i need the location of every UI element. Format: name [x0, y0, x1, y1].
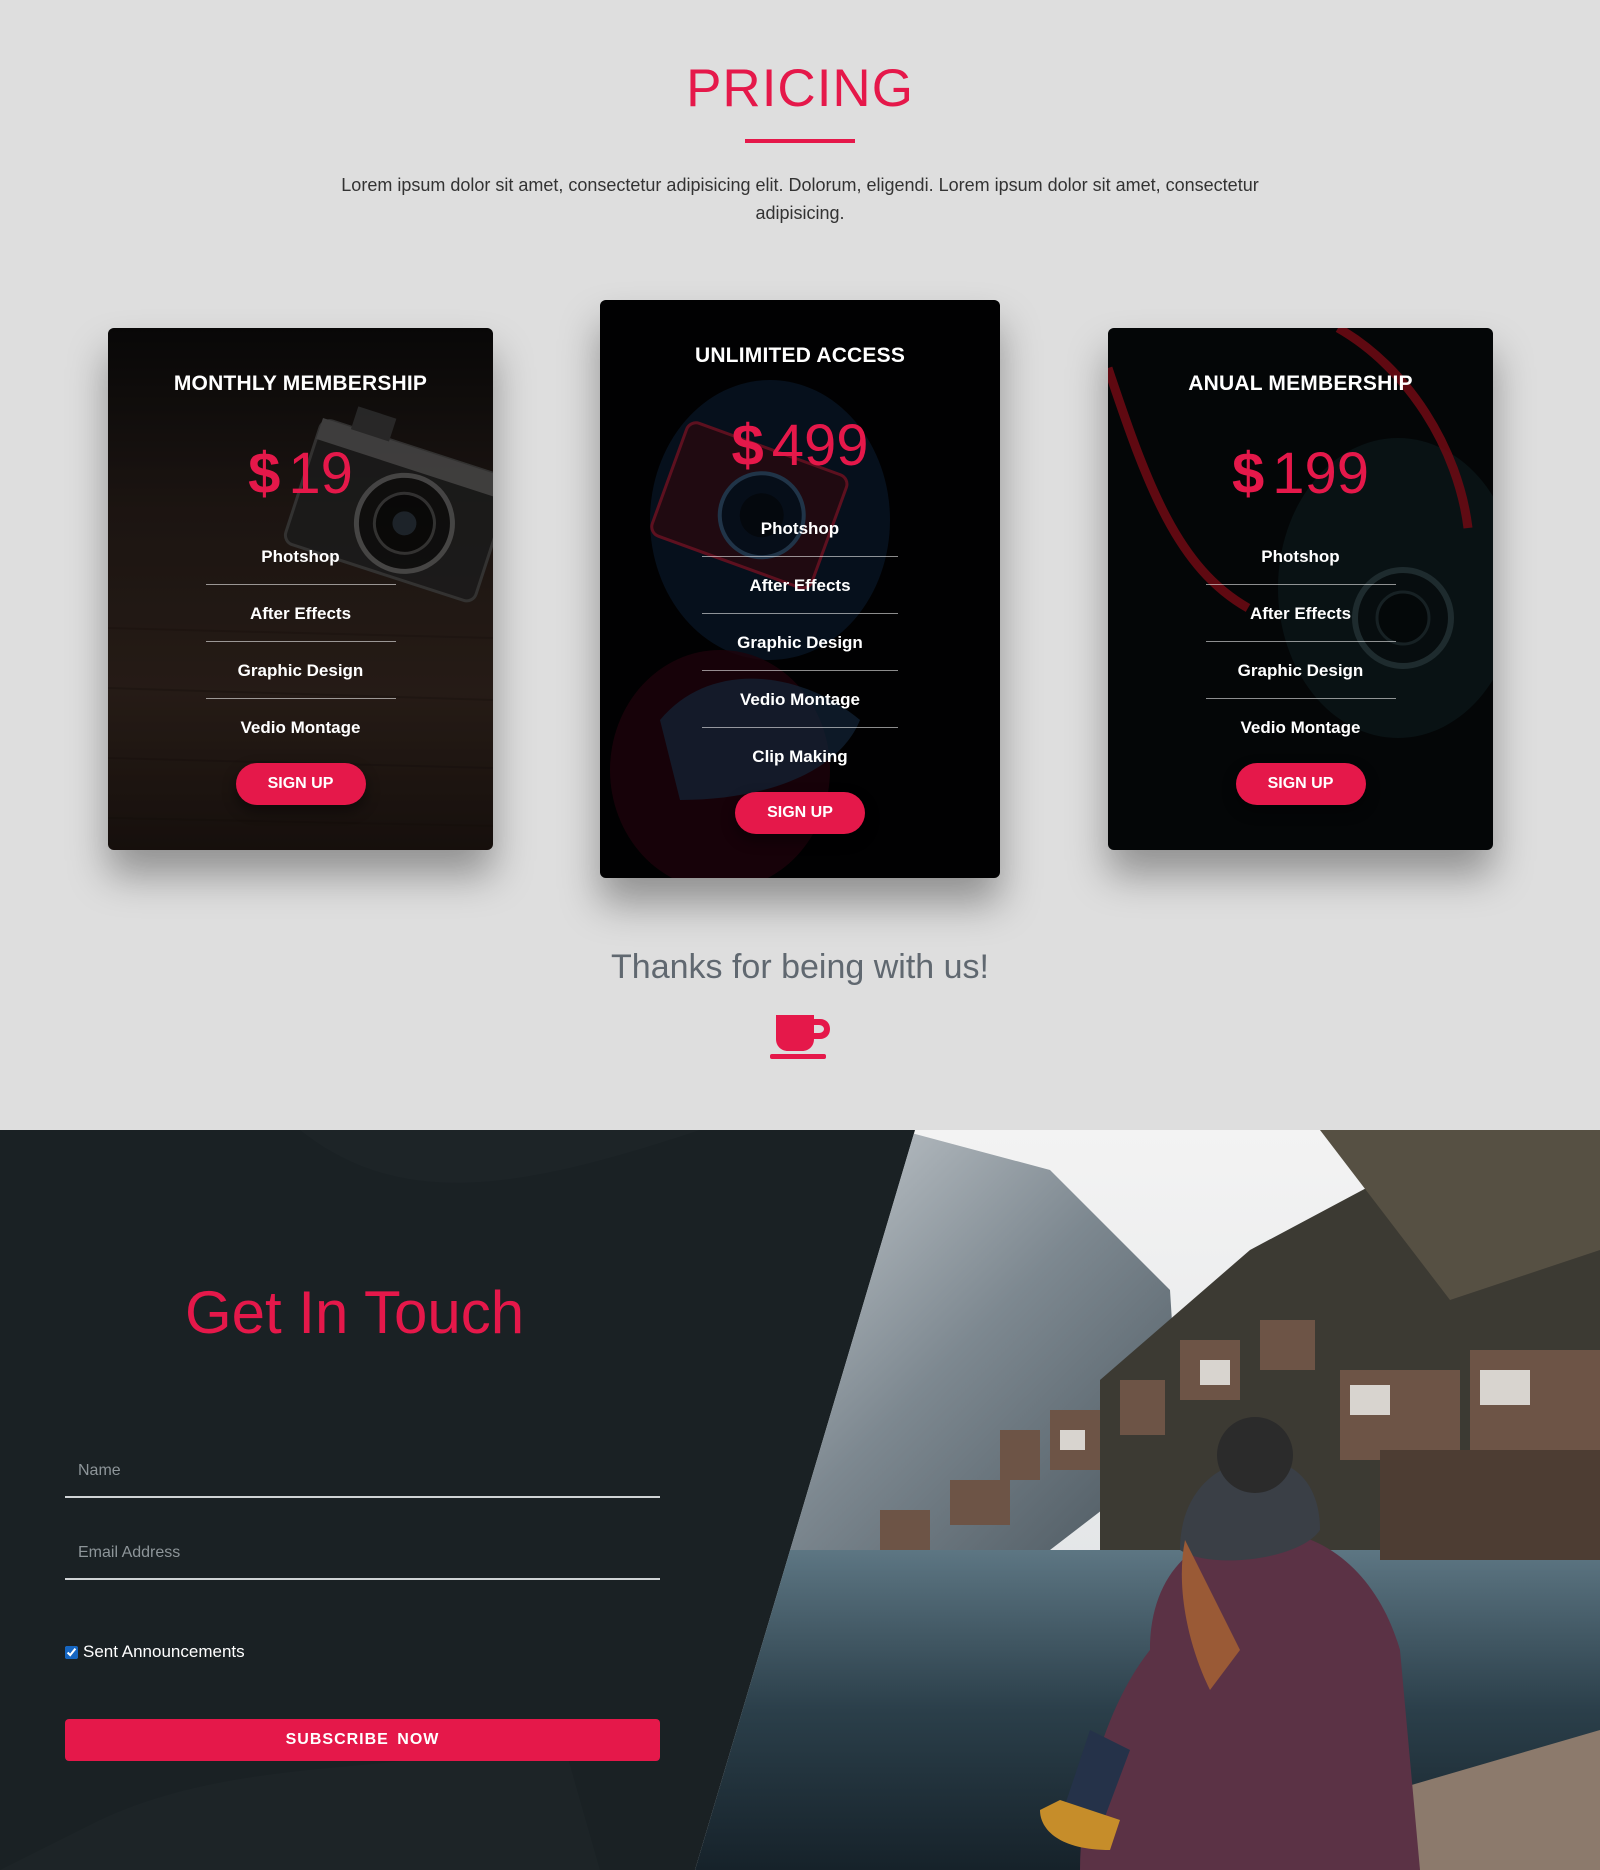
signup-button-annual[interactable]: SIGN UP: [1235, 763, 1366, 805]
feature-item: Vedio Montage: [240, 718, 361, 737]
announcements-checkbox[interactable]: [65, 1645, 78, 1659]
feature-list: Photshop After Effects Graphic Design Ve…: [205, 528, 396, 756]
feature-list: Photshop After Effects Graphic Design Ve…: [702, 500, 898, 785]
announcements-option: Sent Announcements: [65, 1642, 245, 1662]
plan-title: ANUAL MEMBERSHIP: [1188, 372, 1413, 395]
currency-symbol: $: [731, 413, 764, 478]
currency-symbol: $: [248, 441, 281, 506]
pricing-card-unlimited: UNLIMITED ACCESS $499 Photshop After Eff…: [600, 300, 1000, 878]
title-underline: [745, 139, 855, 143]
currency-symbol: $: [1231, 441, 1265, 506]
contact-section: Get In Touch Sent Announcements SUBSCRIB…: [0, 1130, 1600, 1870]
pricing-title: PRICING: [686, 59, 914, 118]
pricing-description: Lorem ipsum dolor sit amet, consectetur …: [341, 175, 1259, 223]
price-amount: 19: [288, 441, 353, 506]
name-input[interactable]: [65, 1446, 660, 1496]
pricing-section: PRICING Lorem ipsum dolor sit amet, cons…: [0, 0, 1600, 1130]
feature-list: Photshop After Effects Graphic Design Ve…: [1205, 528, 1396, 756]
feature-item: Clip Making: [752, 747, 848, 766]
card-content: UNLIMITED ACCESS $499 Photshop After Eff…: [600, 300, 1000, 878]
plan-title: UNLIMITED ACCESS: [694, 344, 906, 367]
plan-title: MONTHLY MEMBERSHIP: [173, 372, 428, 395]
name-field: [65, 1446, 660, 1498]
subscribe-button[interactable]: SUBSCRIBE NOW: [65, 1719, 660, 1761]
email-field: [65, 1528, 660, 1580]
price-amount: 499: [771, 413, 869, 478]
plan-price: $19: [108, 440, 493, 507]
pricing-card-monthly: MONTHLY MEMBERSHIP $19 Photshop After Ef…: [108, 328, 493, 850]
feature-item: Photshop: [205, 528, 396, 585]
email-input[interactable]: [65, 1528, 660, 1578]
pricing-card-annual: ANUAL MEMBERSHIP $199 Photshop After Eff…: [1108, 328, 1493, 850]
contact-title: Get In Touch: [185, 1279, 525, 1346]
signup-button-monthly[interactable]: SIGN UP: [235, 763, 366, 805]
coffee-cup-icon: [770, 1015, 830, 1059]
announcements-label: Sent Announcements: [83, 1642, 245, 1661]
feature-item: Photshop: [1205, 528, 1396, 585]
feature-item: Photshop: [702, 500, 898, 557]
plan-price: $499: [600, 412, 1000, 479]
plan-price: $199: [1108, 440, 1493, 507]
feature-item: Graphic Design: [702, 614, 898, 671]
feature-item: After Effects: [1205, 585, 1396, 642]
card-content: MONTHLY MEMBERSHIP $19 Photshop After Ef…: [108, 328, 493, 850]
feature-item: Vedio Montage: [1240, 718, 1361, 737]
price-amount: 199: [1272, 441, 1370, 506]
thanks-message: Thanks for being with us!: [611, 948, 989, 986]
feature-item: Graphic Design: [205, 642, 396, 699]
card-content: ANUAL MEMBERSHIP $199 Photshop After Eff…: [1108, 328, 1493, 850]
feature-item: Vedio Montage: [702, 671, 898, 728]
feature-item: Graphic Design: [1205, 642, 1396, 699]
signup-button-unlimited[interactable]: SIGN UP: [735, 792, 865, 834]
feature-item: After Effects: [205, 585, 396, 642]
feature-item: After Effects: [702, 557, 898, 614]
